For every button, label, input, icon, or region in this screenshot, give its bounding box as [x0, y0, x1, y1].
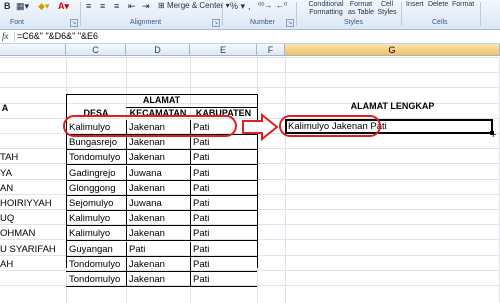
arrow-icon	[242, 112, 279, 142]
highlight-result-cell	[279, 115, 381, 137]
annotation-layer	[63, 112, 381, 142]
highlight-source-row	[63, 115, 237, 137]
